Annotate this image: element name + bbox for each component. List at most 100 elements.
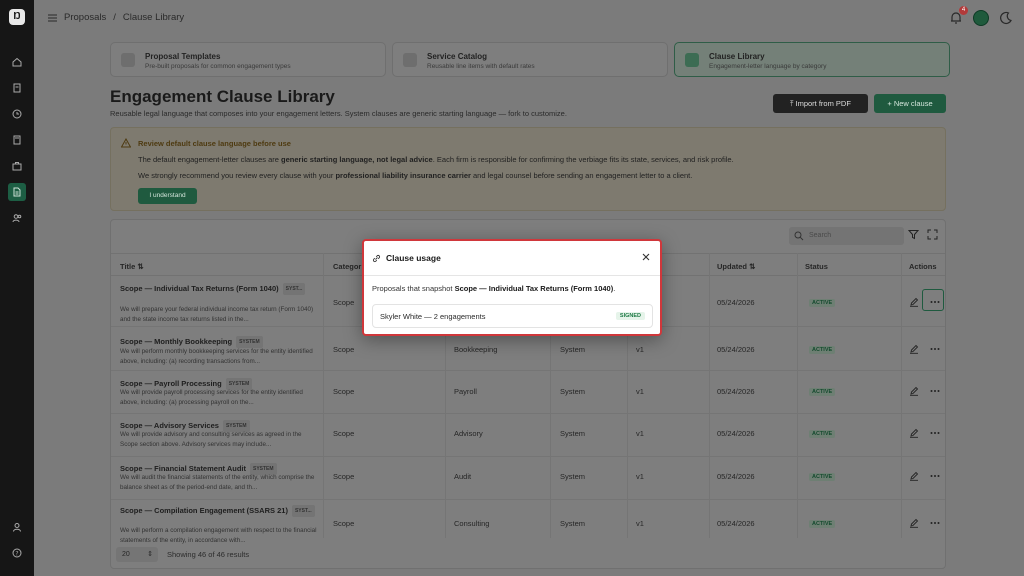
row-description: We will provide payroll processing servi… <box>120 389 303 406</box>
edit-icon[interactable] <box>909 297 919 307</box>
breadcrumb: Proposals / Clause Library <box>48 12 184 23</box>
header-status[interactable]: Status <box>805 262 828 271</box>
results-count: Showing 46 of 46 results <box>167 550 250 559</box>
edit-icon[interactable] <box>909 518 919 528</box>
table-footer: 20 ⇕ Showing 46 of 46 results <box>111 542 945 568</box>
warning-title: Review default clause language before us… <box>138 139 291 148</box>
expand-icon[interactable] <box>927 229 938 240</box>
edit-icon[interactable] <box>909 428 919 438</box>
header-category[interactable]: Categor <box>333 262 361 271</box>
table-row[interactable]: Scope — Advisory Services SYSTEM We will … <box>111 415 945 457</box>
header-actions: Actions <box>909 262 937 271</box>
edit-icon[interactable] <box>909 471 919 481</box>
tab-title: Service Catalog <box>427 52 488 61</box>
row-version: v1 <box>636 387 644 396</box>
status-badge: ACTIVE <box>809 388 836 396</box>
status-badge: ACTIVE <box>809 299 836 307</box>
close-icon[interactable] <box>640 251 652 263</box>
proposals-icon[interactable] <box>8 183 26 201</box>
bookmark-icon <box>685 53 699 67</box>
clause-usage-dialog: Clause usage Proposals that snapshot Sco… <box>362 239 662 336</box>
status-badge: ACTIVE <box>809 520 836 528</box>
row-updated: 05/24/2026 <box>717 298 755 307</box>
usage-list-item[interactable]: Skyler White — 2 engagements SIGNED <box>372 304 653 328</box>
new-clause-button[interactable]: + New clause <box>874 94 946 113</box>
home-icon[interactable] <box>8 53 26 71</box>
row-version: v1 <box>636 429 644 438</box>
signed-badge: SIGNED <box>615 312 645 320</box>
avatar[interactable] <box>973 10 989 26</box>
search-placeholder: Search <box>809 232 832 239</box>
row-updated: 05/24/2026 <box>717 519 755 528</box>
bell-icon[interactable]: 4 <box>948 6 968 26</box>
warning-text-1: The default engagement-letter clauses ar… <box>138 155 734 164</box>
new-label: New clause <box>893 99 933 108</box>
breadcrumb-current: Clause Library <box>122 12 185 23</box>
search-input[interactable]: Search <box>789 227 904 245</box>
dialog-description: Proposals that snapshot Scope — Individu… <box>372 284 616 293</box>
breadcrumb-separator: / <box>113 12 116 23</box>
focused-more-button[interactable] <box>922 289 944 311</box>
row-version: v1 <box>636 519 644 528</box>
link-icon <box>372 254 381 263</box>
row-category: Scope <box>333 429 355 438</box>
row-owner: System <box>560 429 586 438</box>
row-service: Payroll <box>454 387 477 396</box>
help-icon[interactable]: ? <box>8 544 26 562</box>
briefcase-icon[interactable] <box>8 157 26 175</box>
row-version: v1 <box>636 345 644 354</box>
more-icon[interactable] <box>930 346 940 352</box>
header-title[interactable]: Title ⇅ <box>120 262 144 271</box>
row-owner: System <box>560 472 586 481</box>
status-badge: ACTIVE <box>809 430 836 438</box>
profile-icon[interactable] <box>8 518 26 536</box>
clock-icon[interactable] <box>8 105 26 123</box>
tab-service-catalog[interactable]: Service Catalog Reusable line items with… <box>392 42 668 77</box>
search-icon <box>794 231 804 241</box>
svg-text:?: ? <box>15 550 18 557</box>
menu-icon[interactable] <box>48 14 57 22</box>
usage-item-name: Skyler White — 2 engagements <box>380 312 486 321</box>
calculator-icon[interactable] <box>8 131 26 149</box>
list-icon <box>403 53 417 67</box>
tab-subtitle: Reusable line items with default rates <box>427 63 535 70</box>
dialog-header: Clause usage <box>364 241 660 276</box>
users-icon[interactable] <box>8 209 26 227</box>
tab-title: Clause Library <box>709 52 765 61</box>
status-badge: ACTIVE <box>809 473 836 481</box>
dialog-title: Clause usage <box>386 253 441 263</box>
filter-icon[interactable] <box>908 229 919 240</box>
tab-proposal-templates[interactable]: Proposal Templates Pre-built proposals f… <box>110 42 386 77</box>
row-category: Scope <box>333 472 355 481</box>
more-icon[interactable] <box>930 520 940 526</box>
page-size-select[interactable]: 20 ⇕ <box>116 547 158 562</box>
system-tag: SYST... <box>282 283 306 295</box>
more-icon[interactable] <box>930 473 940 479</box>
row-category: Scope <box>333 298 355 307</box>
clipboard-icon[interactable] <box>8 79 26 97</box>
breadcrumb-root[interactable]: Proposals <box>64 12 106 23</box>
row-updated: 05/24/2026 <box>717 429 755 438</box>
import-pdf-button[interactable]: ⤒ Import from PDF <box>773 94 868 113</box>
row-service: Audit <box>454 472 472 481</box>
notification-badge: 4 <box>959 6 968 15</box>
row-service: Consulting <box>454 519 490 528</box>
table-row[interactable]: Scope — Payroll Processing SYSTEM We will… <box>111 372 945 414</box>
dark-mode-icon[interactable] <box>998 10 1014 26</box>
row-title: Scope — Individual Tax Returns (Form 104… <box>120 283 315 295</box>
row-updated: 05/24/2026 <box>717 472 755 481</box>
table-row[interactable]: Scope — Compilation Engagement (SSARS 21… <box>111 501 945 544</box>
understand-button[interactable]: I understand <box>138 188 197 204</box>
left-rail: Ŋ ? <box>0 0 34 576</box>
library-tabs: Proposal Templates Pre-built proposals f… <box>110 42 950 77</box>
tab-clause-library[interactable]: Clause Library Engagement-letter languag… <box>674 42 950 77</box>
edit-icon[interactable] <box>909 386 919 396</box>
row-updated: 05/24/2026 <box>717 345 755 354</box>
more-icon[interactable] <box>930 430 940 436</box>
header-updated[interactable]: Updated ⇅ <box>717 262 755 271</box>
edit-icon[interactable] <box>909 344 919 354</box>
more-icon[interactable] <box>930 388 940 394</box>
tab-subtitle: Engagement-letter language by category <box>709 63 827 70</box>
table-row[interactable]: Scope — Financial Statement Audit SYSTEM … <box>111 458 945 500</box>
app-logo[interactable]: Ŋ <box>9 9 25 25</box>
